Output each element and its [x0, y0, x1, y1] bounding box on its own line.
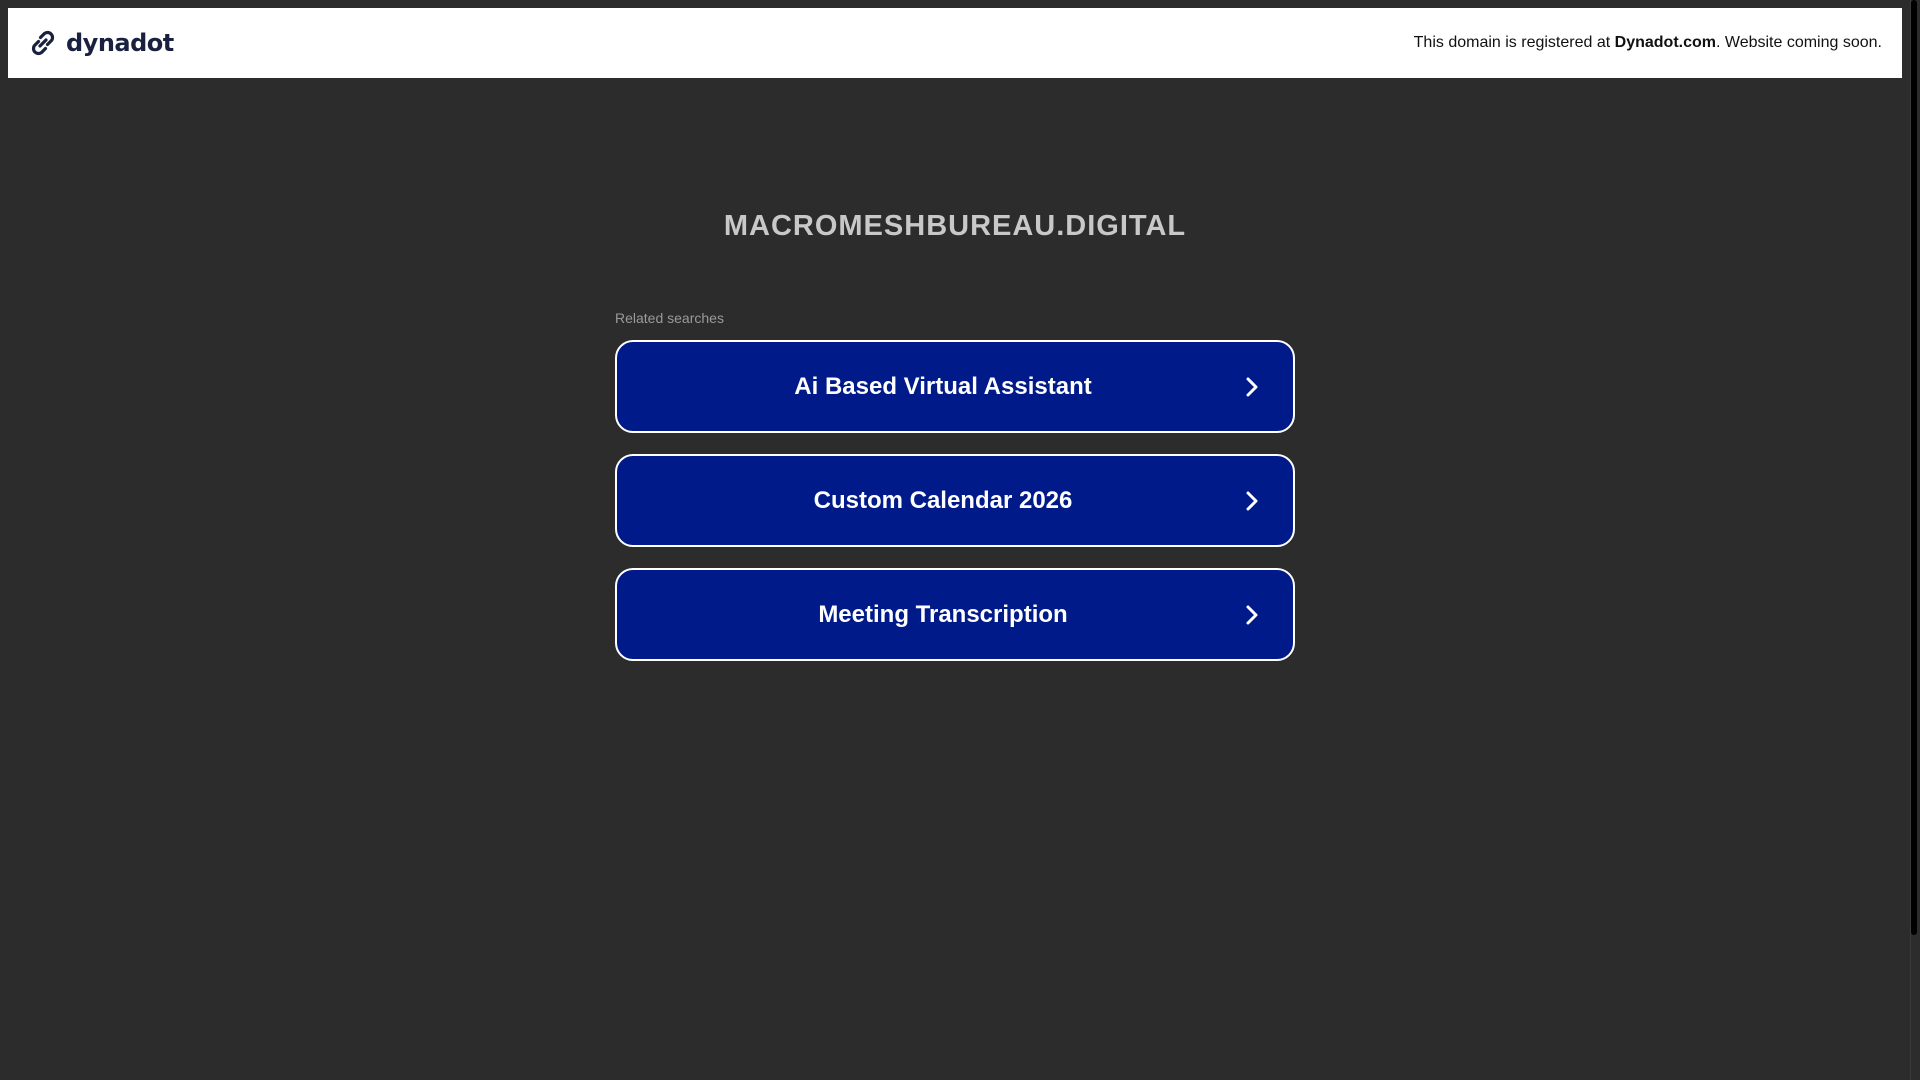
search-button-meeting-transcription[interactable]: Meeting Transcription	[615, 568, 1295, 661]
search-button-label: Meeting Transcription	[818, 600, 1068, 628]
related-searches: Related searches Ai Based Virtual Assist…	[615, 310, 1295, 682]
search-button-custom-calendar-2026[interactable]: Custom Calendar 2026	[615, 454, 1295, 547]
domain-title: MACROMESHBUREAU.DIGITAL	[723, 210, 1187, 242]
brand-name: dynadot	[66, 29, 174, 57]
notice-suffix: . Website coming soon.	[1715, 34, 1882, 51]
registration-notice: This domain is registered at Dynadot.com…	[1414, 34, 1882, 52]
scrollbar-thumb[interactable]	[1911, 0, 1917, 935]
search-button-label: Custom Calendar 2026	[813, 486, 1073, 514]
link-chain-icon	[31, 30, 55, 56]
notice-prefix: This domain is registered at	[1413, 34, 1615, 51]
dynadot-link[interactable]: Dynadot.com	[1615, 34, 1716, 51]
chevron-right-icon	[1246, 377, 1258, 396]
search-button-ai-based-virtual-assistant[interactable]: Ai Based Virtual Assistant	[615, 340, 1295, 433]
chevron-right-icon	[1246, 491, 1258, 510]
scrollbar[interactable]	[1909, 0, 1920, 1080]
related-searches-label: Related searches	[615, 310, 724, 326]
search-button-label: Ai Based Virtual Assistant	[794, 372, 1092, 400]
chevron-right-icon	[1246, 605, 1258, 624]
page: dynadot This domain is registered at Dyn…	[0, 0, 1920, 1080]
dynadot-logo[interactable]: dynadot	[27, 27, 174, 59]
top-banner: dynadot This domain is registered at Dyn…	[8, 8, 1902, 78]
